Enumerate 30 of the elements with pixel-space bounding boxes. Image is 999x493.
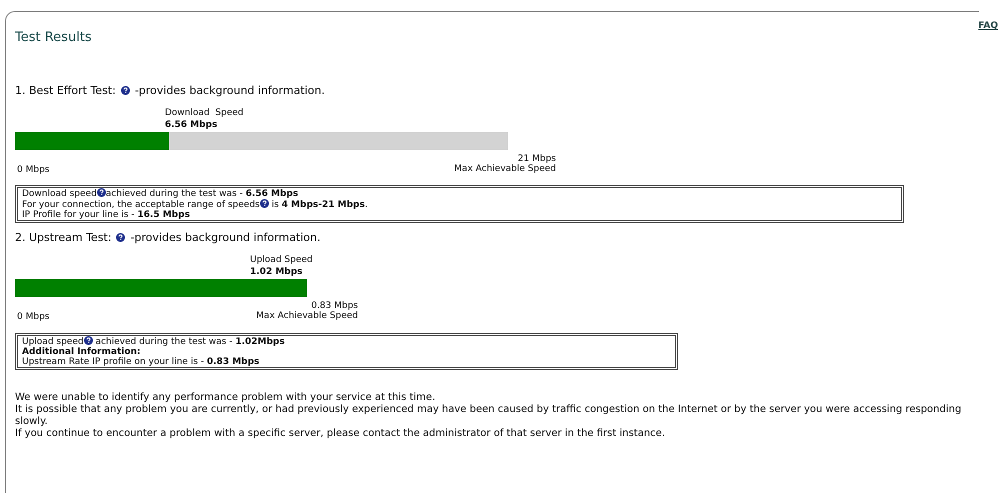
gauge-value: 6.56 Mbps <box>164 118 218 130</box>
help-icon[interactable] <box>116 232 126 242</box>
summary-text: If you continue to encounter a problem with a specific server, please contact the administrator of that server in the first instance. <box>15 428 666 440</box>
test-heading: 2. Upstream Test: <box>15 230 112 244</box>
max-speed-value: 21 Mbps <box>518 154 556 164</box>
help-icon[interactable] <box>96 188 106 196</box>
info-line: Upload speed achieved during the test was - 1.02Mbps <box>22 336 285 346</box>
test-note: -provides background information. <box>130 230 320 244</box>
info-line: For your connection, the acceptable range of speeds is 4 Mbps-21 Mbps. <box>22 200 368 210</box>
max-speed-value: 0.83 Mbps <box>311 300 358 310</box>
faq-link[interactable]: FAQ <box>978 20 998 34</box>
max-speed-label: Max Achievable Speed <box>454 164 556 174</box>
page-title: Test Results <box>15 29 93 47</box>
gauge-label: Upload Speed <box>250 254 313 266</box>
min-speed-label: 0 Mbps <box>16 164 50 174</box>
info-line: Download speed achieved during the test was - 6.56 Mbps <box>22 188 298 198</box>
gauge-label: Download Speed <box>164 106 244 118</box>
test-heading: 1. Best Effort Test: <box>15 84 116 96</box>
info-line: Upstream Rate IP profile on your line is - 0.83 Mbps <box>22 356 260 366</box>
info-heading: Additional Information: <box>22 346 141 356</box>
help-icon[interactable] <box>120 86 130 94</box>
min-speed-label: 0 Mbps <box>16 312 50 322</box>
info-line: IP Profile for your line is - 16.5 Mbps <box>22 210 190 220</box>
help-icon[interactable] <box>84 336 93 344</box>
gauge-value: 1.02 Mbps <box>250 266 304 278</box>
help-icon[interactable] <box>260 198 269 208</box>
max-speed-label: Max Achievable Speed <box>256 310 358 320</box>
summary-text: It is possible that any problem you are currently, or had previously experienced may have been caused by traffic congestion on the Internet or by the server you were accessing responding slowly. <box>15 404 962 428</box>
summary-text: We were unable to identify any performance problem with your service at this time. <box>15 392 436 404</box>
test-note: -provides background information. <box>134 84 325 96</box>
